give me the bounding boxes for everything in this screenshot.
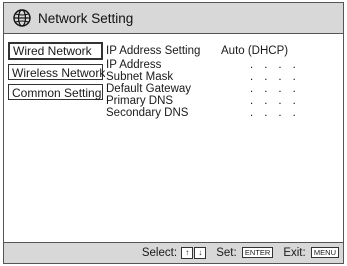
setting-row-subnet-mask[interactable]: Subnet Mask .... bbox=[106, 71, 342, 83]
network-setting-window: Network Setting Wired Network Wireless N… bbox=[3, 2, 344, 264]
setting-value: .... bbox=[250, 107, 307, 119]
globe-icon bbox=[12, 8, 32, 28]
setting-label: IP Address Setting bbox=[106, 45, 201, 57]
setting-label: Default Gateway bbox=[106, 83, 192, 95]
menu-key-badge: MENU bbox=[310, 247, 339, 259]
setting-value: .... bbox=[250, 83, 307, 95]
tab-wired-network[interactable]: Wired Network bbox=[8, 42, 103, 60]
setting-row-ip-address[interactable]: IP Address .... bbox=[106, 59, 342, 71]
select-hint: Select: ↑ ↓ bbox=[141, 246, 207, 260]
footer-bar: Select: ↑ ↓ Set: ENTER Exit: MENU bbox=[4, 242, 343, 263]
setting-label: Primary DNS bbox=[106, 95, 174, 107]
setting-label: Subnet Mask bbox=[106, 71, 174, 83]
setting-row-secondary-dns[interactable]: Secondary DNS .... bbox=[106, 107, 342, 119]
setting-label: Secondary DNS bbox=[106, 107, 189, 119]
set-label: Set: bbox=[216, 247, 237, 259]
exit-label: Exit: bbox=[283, 247, 306, 259]
exit-hint: Exit: MENU bbox=[283, 247, 339, 259]
tab-wireless-network[interactable]: Wireless Network bbox=[8, 64, 105, 80]
header-bar: Network Setting bbox=[4, 3, 343, 34]
setting-value: .... bbox=[250, 59, 307, 71]
tab-common-setting[interactable]: Common Setting bbox=[8, 84, 103, 100]
setting-value: .... bbox=[250, 71, 307, 83]
setting-label: IP Address bbox=[106, 59, 162, 71]
setting-row-default-gateway[interactable]: Default Gateway .... bbox=[106, 83, 342, 95]
setting-row-primary-dns[interactable]: Primary DNS .... bbox=[106, 95, 342, 107]
setting-value: Auto (DHCP) bbox=[221, 45, 289, 57]
enter-key-badge: ENTER bbox=[241, 247, 274, 259]
settings-list: IP Address Setting Auto (DHCP) IP Addres… bbox=[106, 45, 342, 119]
set-hint: Set: ENTER bbox=[216, 247, 274, 259]
page-title: Network Setting bbox=[38, 10, 134, 26]
tab-list: Wired Network Wireless Network Common Se… bbox=[8, 42, 105, 104]
setting-row-ip-address-setting[interactable]: IP Address Setting Auto (DHCP) bbox=[106, 45, 342, 59]
select-label: Select: bbox=[141, 247, 178, 260]
arrow-up-icon: ↑ bbox=[181, 246, 194, 259]
setting-value: .... bbox=[250, 95, 307, 107]
arrow-down-icon: ↓ bbox=[194, 246, 207, 259]
